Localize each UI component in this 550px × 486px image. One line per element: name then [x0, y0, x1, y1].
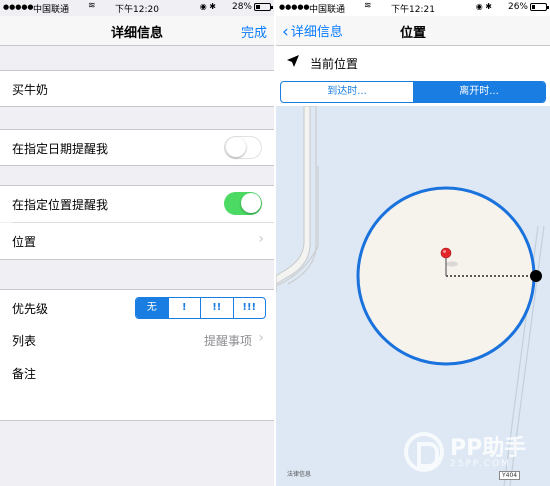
location-cell[interactable]: 位置 › — [0, 223, 274, 260]
location-label: 位置 — [12, 235, 37, 249]
remind-at-location-toggle[interactable] — [224, 192, 262, 215]
status-bar: ●●●●● 中国联通 ≋ 下午12:20 ◉ ✱ 28% — [0, 0, 274, 16]
priority-high-segment[interactable]: !!! — [232, 298, 266, 318]
watermark-sub: 25PP.COM — [450, 459, 511, 469]
current-location-row[interactable]: 当前位置 — [276, 47, 550, 77]
battery-percent: 28% — [231, 2, 252, 12]
bluetooth-icon: ◉ ✱ — [475, 2, 492, 11]
navigation-bar: 详细信息 完成 — [0, 16, 274, 46]
remind-on-date-cell: 在指定日期提醒我 — [0, 129, 274, 166]
priority-segmented-control: 无 ! !! !!! — [135, 297, 266, 319]
battery-percent: 26% — [507, 2, 528, 12]
navigation-bar: ‹ 详细信息 位置 — [276, 16, 550, 46]
remind-on-date-toggle[interactable] — [224, 136, 262, 159]
location-arrow-icon — [287, 55, 299, 67]
chevron-right-icon: › — [258, 330, 264, 346]
remind-on-date-label: 在指定日期提醒我 — [12, 142, 109, 156]
watermark-brand: PP助手 — [450, 436, 527, 461]
chevron-right-icon: › — [258, 231, 264, 247]
map-pin-icon[interactable] — [440, 247, 452, 259]
notes-label: 备注 — [12, 367, 37, 381]
toggle-knob — [226, 137, 246, 157]
reminder-details-screen: ●●●●● 中国联通 ≋ 下午12:20 ◉ ✱ 28% 详细信息 完成 买牛奶… — [0, 0, 274, 486]
map-road — [276, 106, 311, 285]
map-view[interactable]: 法律信息 Y404 — [276, 106, 550, 486]
reminder-title-text[interactable]: 买牛奶 — [12, 81, 48, 98]
location-picker-screen: ●●●●● 中国联通 ≋ 下午12:21 ◉ ✱ 26% ‹ 详细信息 位置 当前… — [276, 0, 550, 486]
page-title: 详细信息 — [110, 26, 163, 41]
priority-cell: 优先级 无 ! !! !!! — [0, 289, 274, 326]
done-button[interactable]: 完成 — [241, 22, 267, 41]
list-value: 提醒事项 — [203, 334, 252, 348]
priority-none-segment[interactable]: 无 — [136, 298, 168, 318]
battery-icon — [530, 3, 549, 11]
remind-at-location-cell: 在指定位置提醒我 — [0, 185, 274, 222]
map-legal-link[interactable]: 法律信息 — [287, 469, 311, 478]
priority-label: 优先级 — [12, 302, 49, 316]
battery-fill — [532, 5, 535, 9]
list-cell[interactable]: 列表 提醒事项 › — [0, 322, 274, 359]
reminder-title-cell[interactable]: 买牛奶 — [0, 70, 274, 107]
current-location-label: 当前位置 — [310, 57, 359, 71]
priority-low-segment[interactable]: ! — [167, 298, 201, 318]
bluetooth-icon: ◉ ✱ — [199, 2, 216, 11]
when-leaving-segment[interactable]: 离开时... — [413, 82, 545, 102]
notes-cell[interactable]: 备注 — [0, 355, 274, 421]
watermark-logo-icon — [404, 432, 444, 472]
list-label: 列表 — [12, 334, 37, 348]
when-arriving-segment[interactable]: 到达时... — [281, 82, 413, 102]
priority-medium-segment[interactable]: !! — [200, 298, 233, 318]
map-canvas — [276, 106, 545, 486]
page-title: 位置 — [399, 26, 426, 41]
pin-shadow — [446, 261, 458, 267]
battery-icon — [254, 3, 273, 11]
battery-fill — [256, 5, 260, 9]
arrive-leave-segmented-control: 到达时... 离开时... — [280, 81, 546, 103]
toggle-knob — [241, 193, 261, 213]
geofence-resize-handle[interactable] — [530, 270, 542, 282]
status-bar: ●●●●● 中国联通 ≋ 下午12:21 ◉ ✱ 26% — [276, 0, 550, 16]
map-pin-highlight — [443, 250, 446, 253]
watermark: PP助手 25PP.COM — [404, 430, 542, 478]
remind-at-location-label: 在指定位置提醒我 — [12, 198, 109, 212]
